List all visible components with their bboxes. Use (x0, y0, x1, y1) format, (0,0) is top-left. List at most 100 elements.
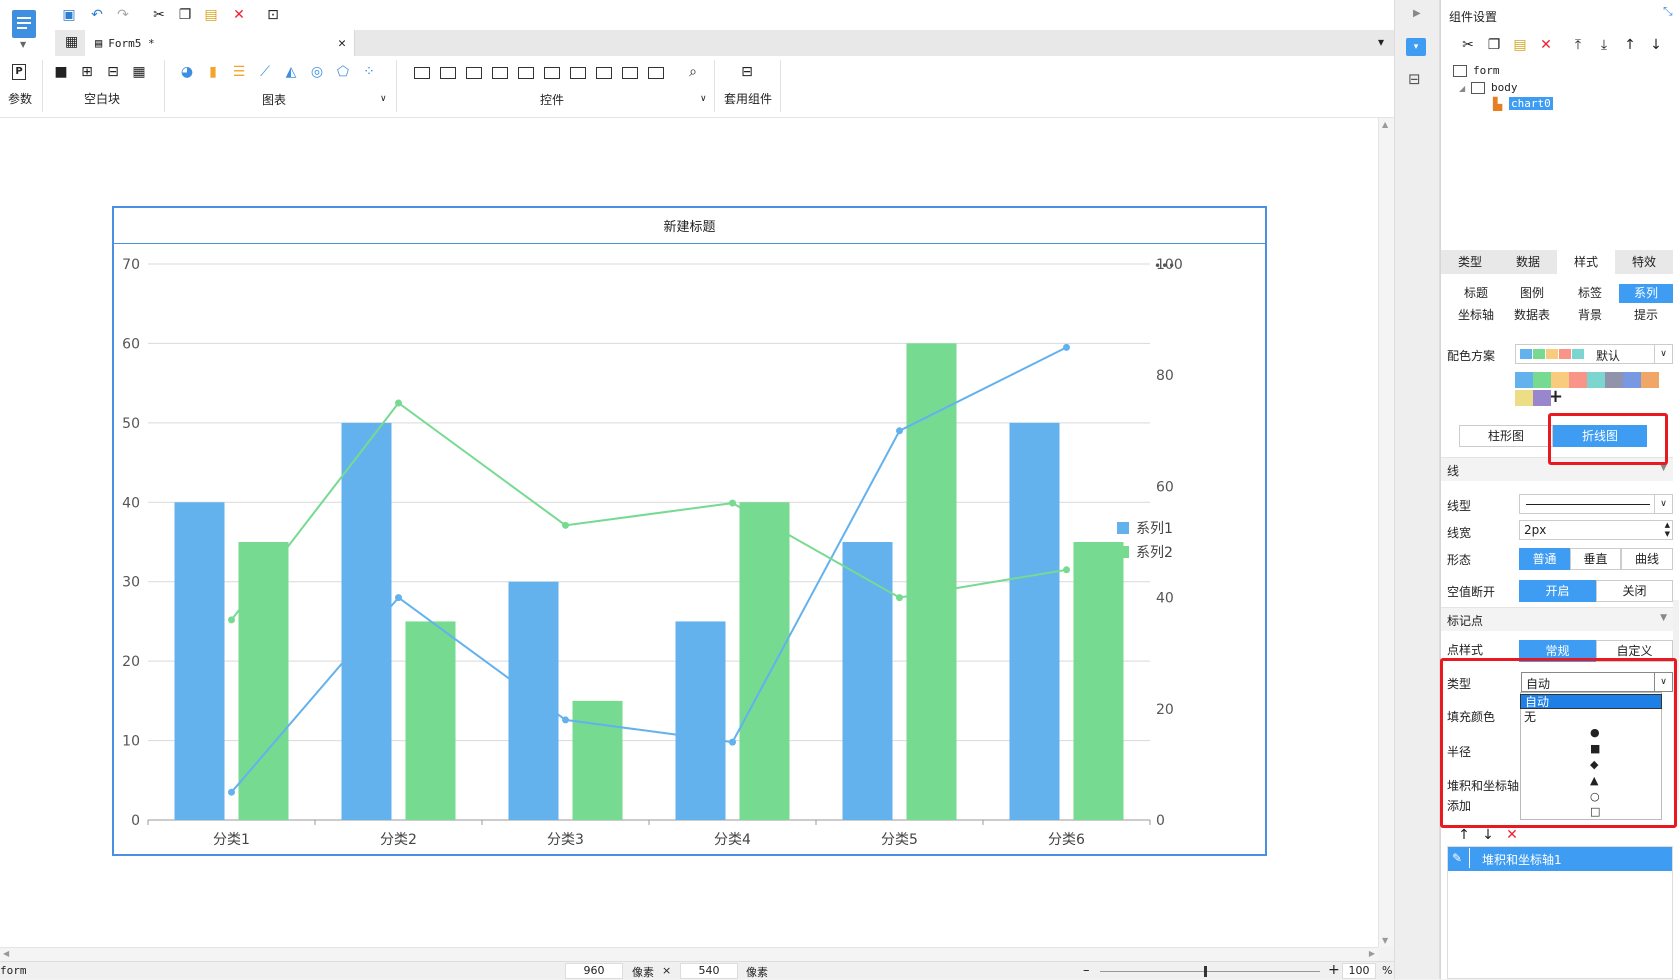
control-search-icon[interactable]: ⌕ (684, 63, 702, 81)
tree-node-form[interactable]: form (1473, 64, 1500, 77)
height-input[interactable]: 540 (680, 963, 738, 979)
palette-swatch[interactable] (1623, 372, 1641, 388)
tab-menu-icon[interactable]: ▾ (1378, 35, 1384, 49)
point-style-custom-button[interactable]: 自定义 (1596, 640, 1673, 662)
shape-normal-button[interactable]: 普通 (1519, 548, 1570, 570)
chart-group-expand-icon[interactable]: ∨ (380, 94, 387, 104)
subtab-axis[interactable]: 坐标轴 (1449, 306, 1503, 325)
collapse-panel-icon[interactable]: ▶ (1413, 8, 1421, 19)
blank-block-grid-icon[interactable]: ⊞ (78, 63, 96, 81)
subtab-legend[interactable]: 图例 (1505, 284, 1559, 303)
collapse-icon[interactable]: ▼ (1660, 613, 1667, 623)
control-button-icon[interactable] (466, 67, 482, 79)
chevron-down-icon[interactable]: ∨ (1654, 673, 1672, 691)
layout-panel-icon[interactable]: ⊟ (1408, 70, 1421, 88)
zoom-out-button[interactable]: – (1083, 963, 1090, 978)
control-calendar-icon[interactable] (544, 67, 560, 79)
control-radio-icon[interactable] (622, 67, 638, 79)
subtab-title[interactable]: 标题 (1449, 284, 1503, 303)
line-section-header[interactable]: 线 ▼ (1441, 457, 1673, 481)
move-bottom-icon[interactable]: ⤓ (1595, 36, 1613, 54)
scroll-down-icon[interactable]: ▼ (1382, 936, 1388, 945)
palette-swatch[interactable] (1533, 390, 1551, 406)
control-input-icon[interactable] (414, 67, 430, 79)
bar-chart-icon[interactable]: ▮ (204, 63, 222, 81)
panel-paste-icon[interactable]: ▤ (1511, 36, 1529, 54)
tree-node-body[interactable]: body (1491, 81, 1518, 94)
control-label-icon[interactable] (440, 67, 456, 79)
chevron-down-icon[interactable]: ∨ (1654, 495, 1672, 513)
chart-component[interactable]: 新建标题 0 10 20 30 40 50 60 70 0 20 40 60 80 100 分类1 分类2 分类… (112, 206, 1267, 856)
marker-section-header[interactable]: 标记点 ▼ (1441, 607, 1673, 631)
app-menu-icon[interactable] (12, 10, 36, 38)
template-component-icon[interactable]: ⊟ (738, 63, 756, 81)
bar-chart-button[interactable]: 柱形图 (1459, 425, 1553, 447)
collapse-icon[interactable]: ▼ (1660, 463, 1667, 473)
line-chart-button[interactable]: 折线图 (1553, 425, 1647, 447)
palette-swatch[interactable] (1533, 372, 1551, 388)
tab-effects[interactable]: 特效 (1615, 250, 1673, 274)
square-marker-icon[interactable]: ■ (1590, 742, 1600, 756)
redo-icon[interactable]: ↷ (114, 6, 132, 24)
tab-style[interactable]: 样式 (1557, 250, 1615, 274)
move-top-icon[interactable]: ⤒ (1569, 36, 1587, 54)
more-options-icon[interactable]: ••• (1154, 259, 1175, 273)
palette-swatch[interactable] (1569, 372, 1587, 388)
pie-chart-icon[interactable]: ◕ (178, 63, 196, 81)
component-settings-toggle-icon[interactable]: ▾ (1406, 38, 1426, 56)
gap-off-button[interactable]: 关闭 (1596, 580, 1673, 602)
line-type-select[interactable]: ∨ (1519, 494, 1673, 514)
app-menu-caret-icon[interactable]: ▼ (20, 40, 26, 49)
horizontal-bar-chart-icon[interactable]: ☰ (230, 63, 248, 81)
control-number-icon[interactable] (570, 67, 586, 79)
panel-delete-icon[interactable]: ✕ (1537, 36, 1555, 54)
stack-move-down-icon[interactable]: ↓ (1479, 826, 1497, 844)
blank-block-table-icon[interactable]: ▦ (130, 63, 148, 81)
color-scheme-select[interactable]: 默认 ∨ (1515, 344, 1673, 364)
edit-icon[interactable]: ✎ (1452, 848, 1470, 868)
area-chart-icon[interactable]: ◭ (282, 63, 300, 81)
subtab-tooltip[interactable]: 提示 (1619, 306, 1673, 325)
zoom-in-button[interactable]: + (1328, 962, 1340, 978)
move-up-icon[interactable]: ↑ (1621, 36, 1639, 54)
zoom-slider-handle[interactable] (1204, 966, 1207, 977)
blank-block-split-icon[interactable]: ⊟ (104, 63, 122, 81)
zoom-slider-track[interactable] (1100, 971, 1320, 972)
copy-icon[interactable]: ❐ (176, 6, 194, 24)
dropdown-option-auto[interactable]: 自动 (1520, 694, 1662, 709)
dropdown-option-none[interactable]: 无 (1520, 710, 1662, 725)
grid-icon[interactable]: ▦ (65, 34, 78, 50)
tab-type[interactable]: 类型 (1441, 250, 1499, 274)
point-style-normal-button[interactable]: 常规 (1519, 640, 1596, 662)
control-date-icon[interactable] (518, 67, 534, 79)
radar-chart-icon[interactable]: ⬠ (334, 63, 352, 81)
chart-title[interactable]: 新建标题 (114, 208, 1265, 244)
diamond-marker-icon[interactable]: ◆ (1590, 758, 1598, 772)
subtab-datatable[interactable]: 数据表 (1505, 306, 1559, 325)
marker-type-select[interactable]: 自动 ∨ (1521, 672, 1673, 692)
cut-icon[interactable]: ✂ (150, 6, 168, 24)
close-tab-icon[interactable]: ✕ (338, 36, 346, 51)
scatter-chart-icon[interactable]: ⁘ (360, 63, 378, 81)
zoom-input[interactable]: 100 (1342, 963, 1376, 979)
preview-icon[interactable]: ⊡ (264, 6, 282, 24)
subtab-series[interactable]: 系列 (1619, 284, 1673, 303)
gap-on-button[interactable]: 开启 (1519, 580, 1596, 602)
tab-form5[interactable]: ▤ Form5 * ✕ (85, 30, 355, 56)
line-width-input[interactable]: 2px ▲ ▼ (1519, 520, 1673, 540)
horizontal-scrollbar[interactable]: ◀ ▶ (0, 947, 1378, 961)
palette-swatch[interactable] (1515, 390, 1533, 406)
subtab-background[interactable]: 背景 (1563, 306, 1617, 325)
palette-swatch[interactable] (1551, 372, 1569, 388)
width-input[interactable]: 960 (565, 963, 623, 979)
undo-icon[interactable]: ↶ (88, 6, 106, 24)
panel-scrollbar[interactable] (1673, 600, 1679, 800)
stack-move-up-icon[interactable]: ↑ (1455, 826, 1473, 844)
palette-swatch[interactable] (1515, 372, 1533, 388)
scroll-right-icon[interactable]: ▶ (1369, 949, 1375, 958)
paste-icon[interactable]: ▤ (202, 6, 220, 24)
scroll-up-icon[interactable]: ▲ (1382, 120, 1388, 129)
save-icon[interactable]: ▣ (60, 6, 78, 24)
hollow-square-marker-icon[interactable]: □ (1590, 805, 1600, 819)
delete-icon[interactable]: ✕ (230, 6, 248, 24)
